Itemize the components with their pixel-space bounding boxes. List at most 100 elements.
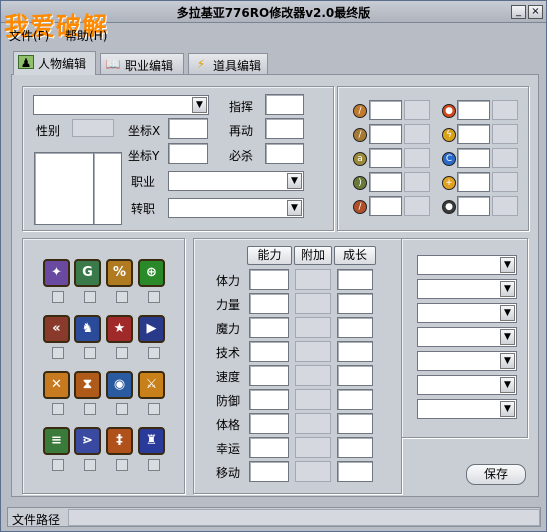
tab-item[interactable]: ⚡ 道具编辑: [188, 53, 268, 74]
item-select[interactable]: ▼: [417, 303, 517, 323]
command-field[interactable]: [265, 94, 304, 115]
chevron-down-icon[interactable]: ▼: [500, 329, 515, 345]
item-select[interactable]: ▼: [417, 399, 517, 419]
stat-growth-field[interactable]: [337, 413, 373, 434]
tab-character[interactable]: ♟ 人物编辑: [13, 51, 96, 75]
stat-bonus-field[interactable]: [295, 341, 331, 362]
chevron-down-icon[interactable]: ▼: [500, 305, 515, 321]
skill-checkbox[interactable]: [52, 459, 64, 471]
equip-value[interactable]: [404, 196, 430, 216]
chevron-down-icon[interactable]: ▼: [500, 353, 515, 369]
skill-icon[interactable]: ♞: [74, 315, 101, 343]
skill-checkbox[interactable]: [84, 291, 96, 303]
stat-header-ability[interactable]: 能力: [247, 246, 292, 265]
stat-growth-field[interactable]: [337, 293, 373, 314]
stat-growth-field[interactable]: [337, 341, 373, 362]
equip-value[interactable]: [492, 172, 518, 192]
gender-field[interactable]: [72, 119, 114, 137]
skill-checkbox[interactable]: [84, 403, 96, 415]
stat-growth-field[interactable]: [337, 461, 373, 482]
skill-checkbox[interactable]: [116, 347, 128, 359]
equip-field[interactable]: [369, 124, 402, 144]
chevron-down-icon[interactable]: ▼: [500, 377, 515, 393]
stat-ability-field[interactable]: [249, 437, 289, 458]
equip-value[interactable]: [492, 148, 518, 168]
stat-header-bonus[interactable]: 附加: [294, 246, 332, 265]
item-select[interactable]: ▼: [417, 327, 517, 347]
skill-icon[interactable]: ≡: [43, 427, 70, 455]
equip-field[interactable]: [457, 100, 490, 120]
class-select[interactable]: ▼: [168, 171, 304, 191]
stat-growth-field[interactable]: [337, 437, 373, 458]
stat-ability-field[interactable]: [249, 317, 289, 338]
equip-value[interactable]: [404, 172, 430, 192]
stat-bonus-field[interactable]: [295, 269, 331, 290]
stat-ability-field[interactable]: [249, 413, 289, 434]
move-again-field[interactable]: [265, 118, 304, 139]
stat-header-growth[interactable]: 成长: [334, 246, 376, 265]
skill-icon[interactable]: ♜: [138, 427, 165, 455]
skill-checkbox[interactable]: [52, 347, 64, 359]
chevron-down-icon[interactable]: ▼: [500, 401, 515, 417]
equip-value[interactable]: [492, 124, 518, 144]
stat-ability-field[interactable]: [249, 461, 289, 482]
stat-bonus-field[interactable]: [295, 413, 331, 434]
stat-bonus-field[interactable]: [295, 437, 331, 458]
equip-field[interactable]: [457, 124, 490, 144]
skill-icon[interactable]: G: [74, 259, 101, 287]
crit-field[interactable]: [265, 143, 304, 164]
stat-ability-field[interactable]: [249, 389, 289, 410]
equip-field[interactable]: [457, 196, 490, 216]
skill-icon[interactable]: ⊕: [138, 259, 165, 287]
skill-icon[interactable]: ‡: [106, 427, 133, 455]
stat-bonus-field[interactable]: [295, 461, 331, 482]
skill-icon[interactable]: ★: [106, 315, 133, 343]
stat-ability-field[interactable]: [249, 293, 289, 314]
item-select[interactable]: ▼: [417, 279, 517, 299]
coord-x-field[interactable]: [168, 118, 208, 139]
chevron-down-icon[interactable]: ▼: [500, 281, 515, 297]
skill-checkbox[interactable]: [148, 291, 160, 303]
minimize-button[interactable]: _: [511, 5, 526, 19]
stat-ability-field[interactable]: [249, 269, 289, 290]
skill-icon[interactable]: «: [43, 315, 70, 343]
skill-icon[interactable]: ◉: [106, 371, 133, 399]
equip-field[interactable]: [369, 196, 402, 216]
skill-checkbox[interactable]: [116, 291, 128, 303]
equip-value[interactable]: [492, 100, 518, 120]
skill-icon[interactable]: ✕: [43, 371, 70, 399]
stat-bonus-field[interactable]: [295, 317, 331, 338]
class-change-select[interactable]: ▼: [168, 198, 304, 218]
chevron-down-icon[interactable]: ▼: [287, 173, 302, 189]
tab-class[interactable]: 📖 职业编辑: [100, 53, 184, 74]
item-select[interactable]: ▼: [417, 351, 517, 371]
stat-growth-field[interactable]: [337, 269, 373, 290]
equip-value[interactable]: [404, 148, 430, 168]
skill-checkbox[interactable]: [148, 459, 160, 471]
stat-bonus-field[interactable]: [295, 389, 331, 410]
stat-growth-field[interactable]: [337, 389, 373, 410]
skill-icon[interactable]: %: [106, 259, 133, 287]
skill-checkbox[interactable]: [148, 347, 160, 359]
skill-icon[interactable]: ⚔: [138, 371, 165, 399]
skill-checkbox[interactable]: [84, 459, 96, 471]
skill-checkbox[interactable]: [84, 347, 96, 359]
menu-help[interactable]: 帮助(H): [65, 27, 107, 44]
item-select[interactable]: ▼: [417, 255, 517, 275]
file-path-field[interactable]: [68, 509, 540, 526]
equip-value[interactable]: [404, 100, 430, 120]
skill-icon[interactable]: ✦: [43, 259, 70, 287]
skill-checkbox[interactable]: [148, 403, 160, 415]
chevron-down-icon[interactable]: ▼: [192, 97, 207, 113]
close-button[interactable]: ×: [528, 5, 543, 19]
stat-bonus-field[interactable]: [295, 293, 331, 314]
skill-checkbox[interactable]: [116, 403, 128, 415]
skill-checkbox[interactable]: [52, 291, 64, 303]
save-button[interactable]: 保存: [466, 464, 526, 485]
item-select[interactable]: ▼: [417, 375, 517, 395]
skill-checkbox[interactable]: [116, 459, 128, 471]
character-select[interactable]: ▼: [33, 95, 209, 115]
stat-growth-field[interactable]: [337, 317, 373, 338]
coord-y-field[interactable]: [168, 143, 208, 164]
equip-field[interactable]: [369, 148, 402, 168]
